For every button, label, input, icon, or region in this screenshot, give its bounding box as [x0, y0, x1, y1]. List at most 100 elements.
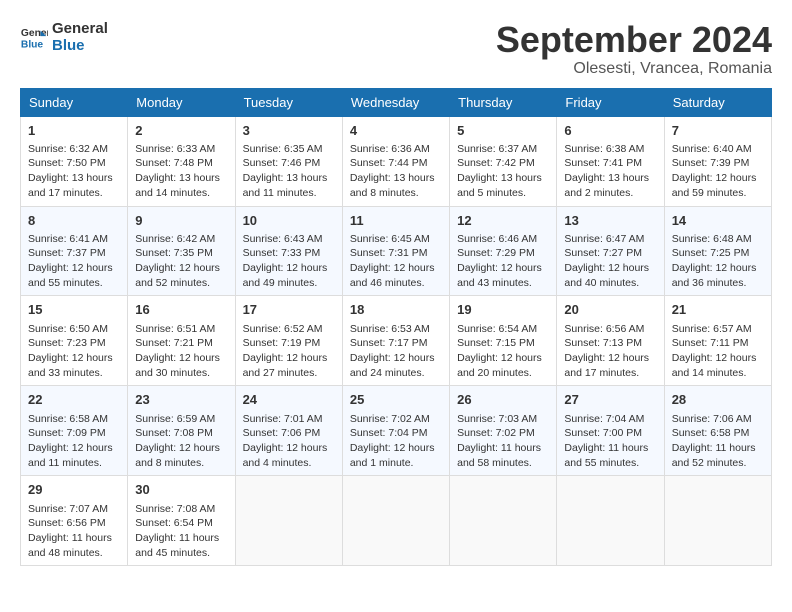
logo-blue: Blue [52, 37, 108, 54]
day-info: Sunrise: 6:53 AM Sunset: 7:17 PM Dayligh… [350, 322, 442, 381]
calendar-week-4: 22Sunrise: 6:58 AM Sunset: 7:09 PM Dayli… [21, 386, 772, 476]
day-number: 2 [135, 122, 227, 140]
calendar-cell: 3 Sunrise: 6:35 AM Sunset: 7:46 PM Daylig… [235, 116, 342, 206]
day-number: 20 [564, 301, 656, 319]
column-header-wednesday: Wednesday [342, 88, 449, 116]
day-number: 22 [28, 391, 120, 409]
calendar-cell: 19 Sunrise: 6:54 AM Sunset: 7:15 PM Dayli… [450, 296, 557, 386]
day-number: 4 [350, 122, 442, 140]
day-number: 28 [672, 391, 764, 409]
day-info: Sunrise: 6:48 AM Sunset: 7:25 PM Dayligh… [672, 232, 764, 291]
logo-general: General [52, 20, 108, 37]
calendar-cell [664, 476, 771, 566]
calendar-cell: 25Sunrise: 7:02 AM Sunset: 7:04 PM Dayli… [342, 386, 449, 476]
calendar-cell: 22Sunrise: 6:58 AM Sunset: 7:09 PM Dayli… [21, 386, 128, 476]
day-number: 19 [457, 301, 549, 319]
day-info: Sunrise: 6:41 AM Sunset: 7:37 PM Dayligh… [28, 232, 120, 291]
column-header-monday: Monday [128, 88, 235, 116]
day-number: 24 [243, 391, 335, 409]
calendar-week-5: 29 Sunrise: 7:07 AM Sunset: 6:56 PM Dayli… [21, 476, 772, 566]
svg-text:Blue: Blue [21, 39, 44, 50]
day-number: 1 [28, 122, 120, 140]
calendar-cell: 14 Sunrise: 6:48 AM Sunset: 7:25 PM Dayli… [664, 206, 771, 296]
day-number: 12 [457, 212, 549, 230]
day-number: 27 [564, 391, 656, 409]
day-info: Sunrise: 6:40 AM Sunset: 7:39 PM Dayligh… [672, 142, 764, 201]
day-number: 30 [135, 481, 227, 499]
calendar-cell: 26 Sunrise: 7:03 AM Sunset: 7:02 PM Dayli… [450, 386, 557, 476]
calendar-cell: 2 Sunrise: 6:33 AM Sunset: 7:48 PM Daylig… [128, 116, 235, 206]
day-info: Sunrise: 6:52 AM Sunset: 7:19 PM Dayligh… [243, 322, 335, 381]
column-header-sunday: Sunday [21, 88, 128, 116]
day-info: Sunrise: 6:50 AM Sunset: 7:23 PM Dayligh… [28, 322, 120, 381]
day-info: Sunrise: 7:06 AM Sunset: 6:58 PM Dayligh… [672, 412, 764, 471]
day-number: 17 [243, 301, 335, 319]
calendar-cell: 21 Sunrise: 6:57 AM Sunset: 7:11 PM Dayli… [664, 296, 771, 386]
day-info: Sunrise: 7:01 AM Sunset: 7:06 PM Dayligh… [243, 412, 335, 471]
column-header-tuesday: Tuesday [235, 88, 342, 116]
day-info: Sunrise: 6:38 AM Sunset: 7:41 PM Dayligh… [564, 142, 656, 201]
day-info: Sunrise: 6:45 AM Sunset: 7:31 PM Dayligh… [350, 232, 442, 291]
calendar-cell: 23 Sunrise: 6:59 AM Sunset: 7:08 PM Dayli… [128, 386, 235, 476]
day-number: 26 [457, 391, 549, 409]
day-info: Sunrise: 6:33 AM Sunset: 7:48 PM Dayligh… [135, 142, 227, 201]
calendar-cell: 11 Sunrise: 6:45 AM Sunset: 7:31 PM Dayli… [342, 206, 449, 296]
calendar-cell [235, 476, 342, 566]
calendar-cell: 12Sunrise: 6:46 AM Sunset: 7:29 PM Dayli… [450, 206, 557, 296]
calendar-cell: 27 Sunrise: 7:04 AM Sunset: 7:00 PM Dayli… [557, 386, 664, 476]
day-info: Sunrise: 6:47 AM Sunset: 7:27 PM Dayligh… [564, 232, 656, 291]
calendar-week-2: 8 Sunrise: 6:41 AM Sunset: 7:37 PM Daylig… [21, 206, 772, 296]
day-number: 6 [564, 122, 656, 140]
calendar-cell: 13 Sunrise: 6:47 AM Sunset: 7:27 PM Dayli… [557, 206, 664, 296]
day-info: Sunrise: 6:36 AM Sunset: 7:44 PM Dayligh… [350, 142, 442, 201]
month-title: September 2024 [496, 20, 772, 60]
day-number: 23 [135, 391, 227, 409]
day-info: Sunrise: 6:57 AM Sunset: 7:11 PM Dayligh… [672, 322, 764, 381]
day-info: Sunrise: 7:07 AM Sunset: 6:56 PM Dayligh… [28, 502, 120, 561]
day-number: 11 [350, 212, 442, 230]
calendar-cell [450, 476, 557, 566]
day-info: Sunrise: 7:03 AM Sunset: 7:02 PM Dayligh… [457, 412, 549, 471]
day-info: Sunrise: 7:02 AM Sunset: 7:04 PM Dayligh… [350, 412, 442, 471]
title-section: September 2024 Olesesti, Vrancea, Romani… [496, 20, 772, 78]
calendar-cell: 9Sunrise: 6:42 AM Sunset: 7:35 PM Daylig… [128, 206, 235, 296]
logo-icon: General Blue [20, 23, 48, 51]
day-info: Sunrise: 6:59 AM Sunset: 7:08 PM Dayligh… [135, 412, 227, 471]
day-number: 8 [28, 212, 120, 230]
day-number: 21 [672, 301, 764, 319]
day-number: 5 [457, 122, 549, 140]
column-header-thursday: Thursday [450, 88, 557, 116]
calendar-cell [342, 476, 449, 566]
calendar-cell: 15 Sunrise: 6:50 AM Sunset: 7:23 PM Dayli… [21, 296, 128, 386]
calendar-header-row: SundayMondayTuesdayWednesdayThursdayFrid… [21, 88, 772, 116]
day-info: Sunrise: 6:35 AM Sunset: 7:46 PM Dayligh… [243, 142, 335, 201]
calendar-week-1: 1Sunrise: 6:32 AM Sunset: 7:50 PM Daylig… [21, 116, 772, 206]
day-info: Sunrise: 7:08 AM Sunset: 6:54 PM Dayligh… [135, 502, 227, 561]
calendar-cell: 7Sunrise: 6:40 AM Sunset: 7:39 PM Daylig… [664, 116, 771, 206]
calendar-cell: 8 Sunrise: 6:41 AM Sunset: 7:37 PM Daylig… [21, 206, 128, 296]
day-info: Sunrise: 6:54 AM Sunset: 7:15 PM Dayligh… [457, 322, 549, 381]
calendar-cell: 28 Sunrise: 7:06 AM Sunset: 6:58 PM Dayli… [664, 386, 771, 476]
day-number: 13 [564, 212, 656, 230]
day-info: Sunrise: 7:04 AM Sunset: 7:00 PM Dayligh… [564, 412, 656, 471]
calendar-cell: 30 Sunrise: 7:08 AM Sunset: 6:54 PM Dayli… [128, 476, 235, 566]
location-subtitle: Olesesti, Vrancea, Romania [496, 60, 772, 78]
day-number: 29 [28, 481, 120, 499]
calendar-cell: 6 Sunrise: 6:38 AM Sunset: 7:41 PM Daylig… [557, 116, 664, 206]
calendar-cell: 24 Sunrise: 7:01 AM Sunset: 7:06 PM Dayli… [235, 386, 342, 476]
calendar-cell: 1Sunrise: 6:32 AM Sunset: 7:50 PM Daylig… [21, 116, 128, 206]
day-info: Sunrise: 6:43 AM Sunset: 7:33 PM Dayligh… [243, 232, 335, 291]
day-number: 14 [672, 212, 764, 230]
svg-text:General: General [21, 28, 48, 39]
calendar-cell [557, 476, 664, 566]
calendar-table: SundayMondayTuesdayWednesdayThursdayFrid… [20, 88, 772, 567]
page-header: General Blue General Blue September 2024… [20, 20, 772, 78]
calendar-cell: 5Sunrise: 6:37 AM Sunset: 7:42 PM Daylig… [450, 116, 557, 206]
calendar-cell: 18Sunrise: 6:53 AM Sunset: 7:17 PM Dayli… [342, 296, 449, 386]
calendar-cell: 16Sunrise: 6:51 AM Sunset: 7:21 PM Dayli… [128, 296, 235, 386]
day-number: 3 [243, 122, 335, 140]
day-number: 15 [28, 301, 120, 319]
day-info: Sunrise: 6:56 AM Sunset: 7:13 PM Dayligh… [564, 322, 656, 381]
calendar-cell: 17 Sunrise: 6:52 AM Sunset: 7:19 PM Dayli… [235, 296, 342, 386]
day-number: 10 [243, 212, 335, 230]
